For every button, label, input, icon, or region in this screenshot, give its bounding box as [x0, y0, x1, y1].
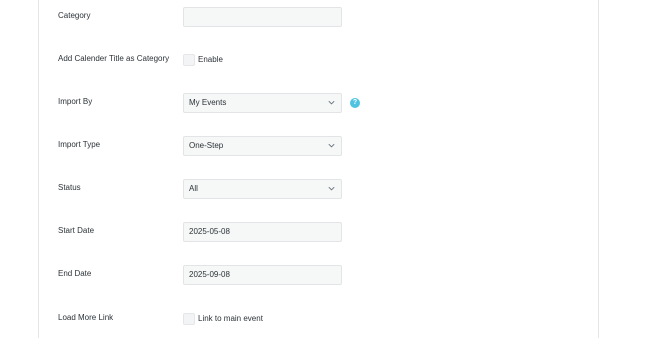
end-date-row: End Date 2025-09-08 [39, 265, 598, 287]
category-row: Category [39, 7, 598, 29]
chevron-down-icon [328, 186, 335, 191]
add-title-label: Add Calender Title as Category [58, 54, 170, 63]
status-label: Status [58, 183, 81, 192]
chevron-down-icon [328, 143, 335, 148]
status-row: Status All [39, 179, 598, 201]
start-date-row: Start Date 2025-05-08 [39, 222, 598, 244]
load-more-row: Load More Link Link to main event [39, 313, 598, 335]
end-date-input[interactable]: 2025-09-08 [183, 265, 342, 285]
category-label: Category [58, 11, 91, 20]
start-date-input[interactable]: 2025-05-08 [183, 222, 342, 242]
status-select[interactable]: All [183, 179, 342, 199]
import-type-row: Import Type One-Step [39, 136, 598, 158]
chevron-down-icon [328, 100, 335, 105]
import-type-value: One-Step [189, 141, 224, 150]
question-circle-icon[interactable]: ? [350, 98, 360, 108]
import-type-select[interactable]: One-Step [183, 136, 342, 156]
load-more-checkbox[interactable] [183, 313, 195, 325]
load-more-label: Load More Link [58, 313, 114, 322]
add-title-checkbox-label[interactable]: Enable [198, 55, 223, 64]
status-value: All [189, 184, 198, 193]
import-by-label: Import By [58, 97, 93, 106]
add-title-checkbox[interactable] [183, 54, 195, 66]
import-by-select[interactable]: My Events [183, 93, 342, 113]
load-more-checkbox-label[interactable]: Link to main event [198, 314, 263, 323]
settings-panel: Category Add Calender Title as Category … [38, 0, 599, 338]
import-type-label: Import Type [58, 140, 101, 149]
import-by-row: Import By My Events ? [39, 93, 598, 115]
start-date-label: Start Date [58, 226, 95, 235]
add-title-row: Add Calender Title as Category Enable [39, 54, 598, 76]
category-input[interactable] [183, 7, 342, 27]
end-date-label: End Date [58, 269, 92, 278]
import-by-value: My Events [189, 98, 227, 107]
